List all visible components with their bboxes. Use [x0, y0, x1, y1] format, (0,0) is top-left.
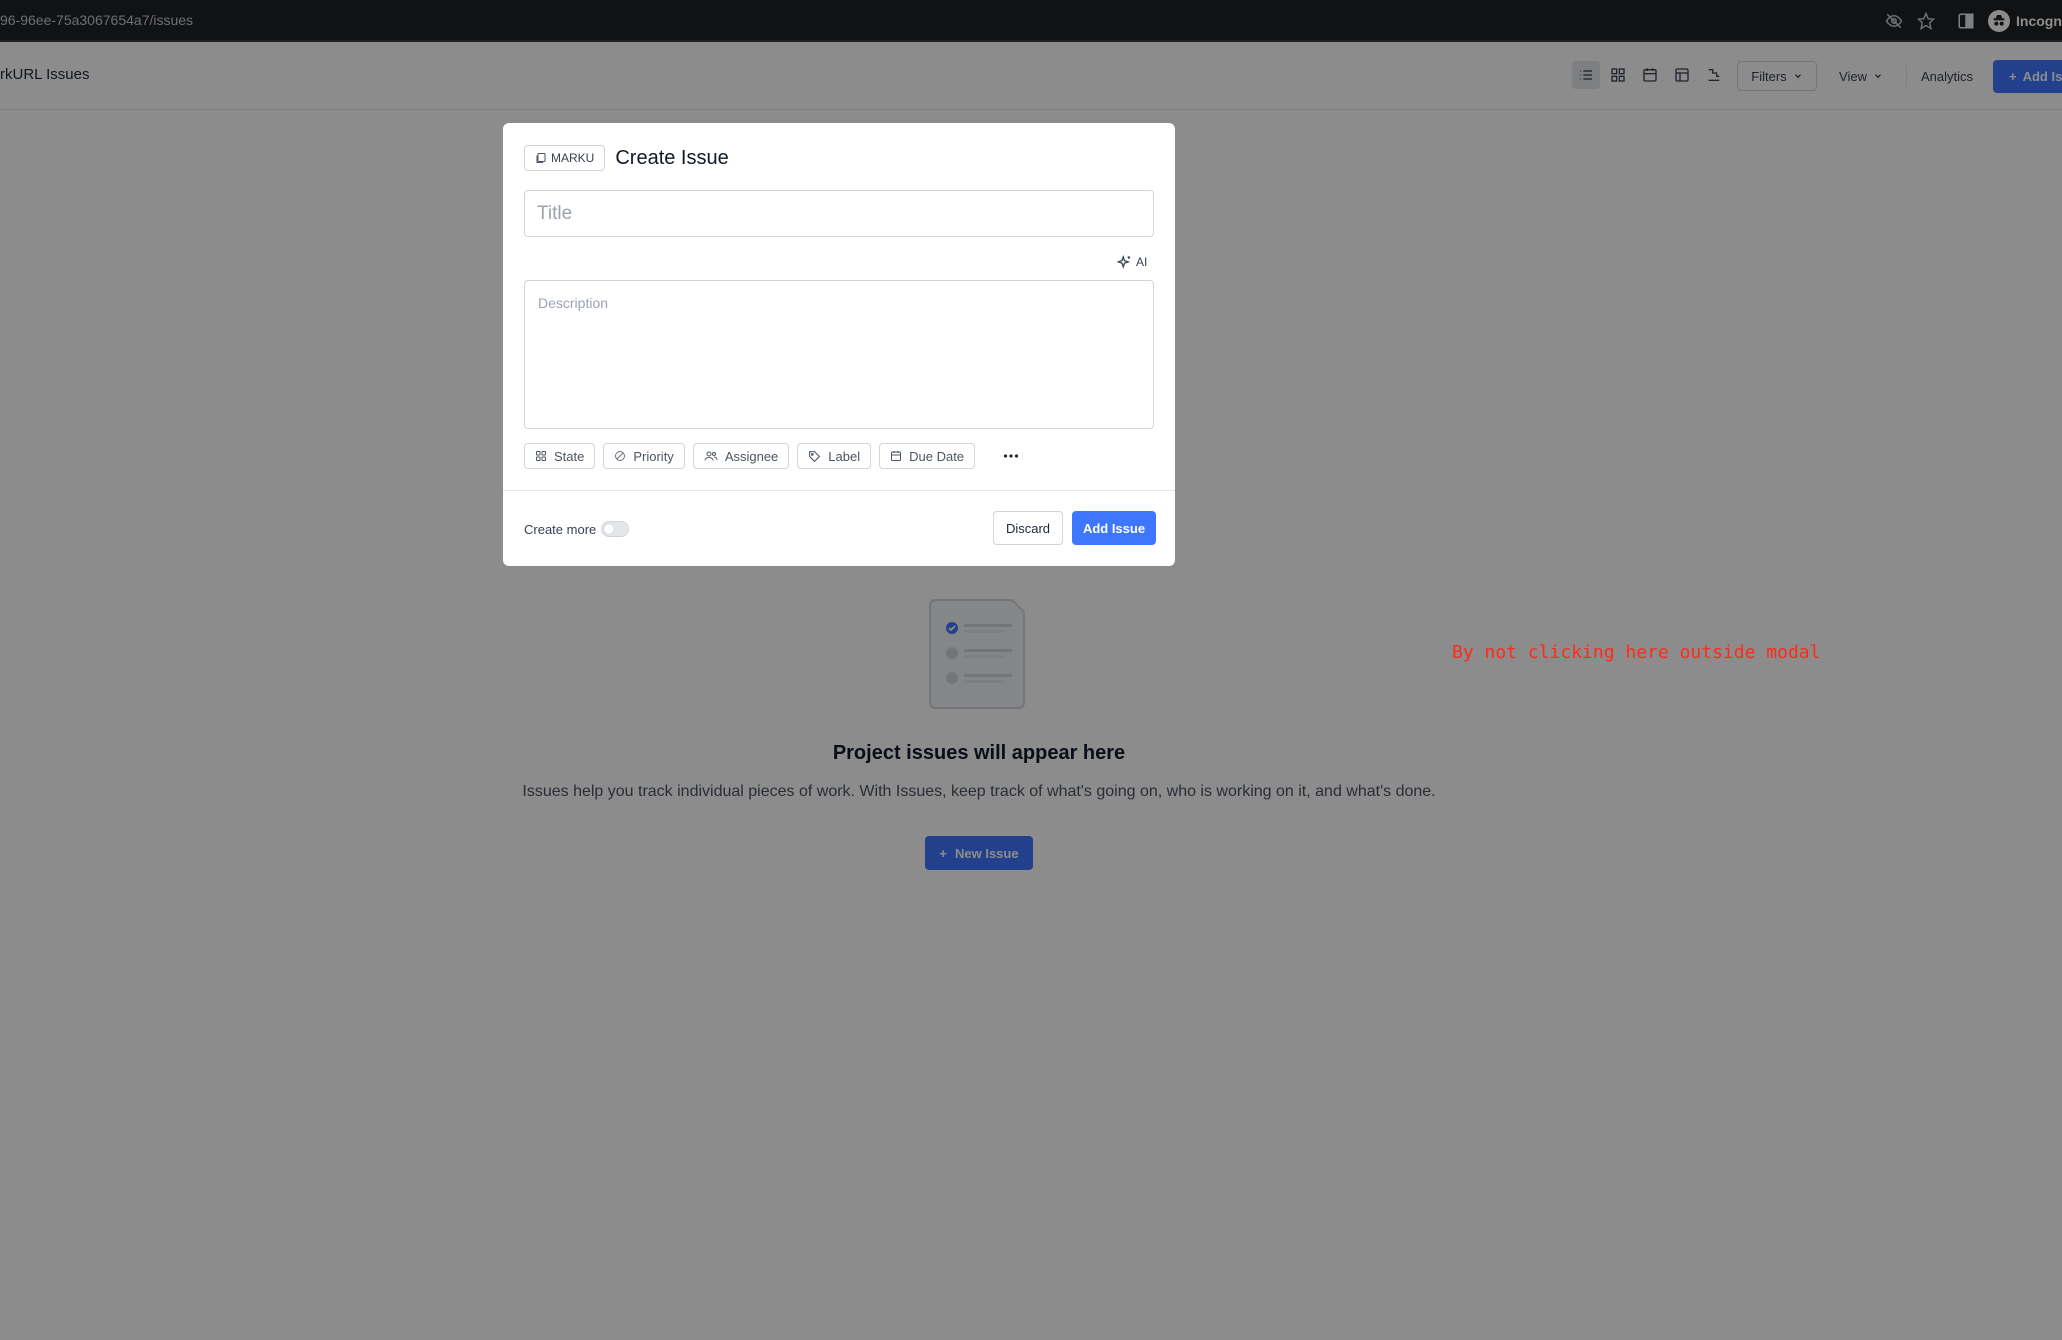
issue-title-input[interactable]: [524, 190, 1154, 237]
tag-icon: [809, 450, 821, 462]
assignee-button[interactable]: Assignee: [692, 443, 790, 469]
priority-none-icon: [615, 451, 626, 461]
state-icon: [536, 451, 546, 461]
create-more-toggle[interactable]: [601, 521, 630, 537]
state-button[interactable]: State: [524, 443, 596, 469]
more-horizontal-icon: [1003, 454, 1019, 458]
issue-description-input[interactable]: [524, 280, 1154, 429]
annotation-text: By not clicking here outside modal: [1452, 642, 1821, 663]
label-button[interactable]: Label: [797, 443, 872, 469]
priority-button[interactable]: Priority: [603, 443, 685, 469]
issue-properties-row: State Priority Assignee Label Due Date: [524, 443, 1025, 469]
sparkle-icon: [1117, 254, 1131, 269]
modal-divider: [503, 490, 1175, 491]
state-label: State: [554, 448, 585, 464]
priority-label: Priority: [633, 448, 674, 464]
modal-header: MARKU Create Issue: [524, 144, 729, 172]
due-date-button[interactable]: Due Date: [879, 443, 976, 469]
modal-title: Create Issue: [615, 146, 729, 169]
users-icon: [704, 451, 718, 461]
calendar-icon: [891, 451, 902, 461]
discard-button[interactable]: Discard: [993, 511, 1063, 545]
project-label: MARKU: [551, 151, 595, 165]
assignee-label: Assignee: [724, 448, 779, 464]
ai-label: AI: [1136, 255, 1148, 269]
add-issue-button[interactable]: Add Issue: [1072, 511, 1156, 545]
create-more-label: Create more: [524, 521, 597, 537]
label-label: Label: [828, 448, 861, 464]
more-options-button[interactable]: [997, 443, 1025, 469]
ai-assist-button[interactable]: AI: [1117, 251, 1147, 273]
create-issue-modal: MARKU Create Issue AI State Priority Ass…: [503, 123, 1175, 566]
project-selector[interactable]: MARKU: [524, 145, 606, 171]
create-more-option[interactable]: Create more: [524, 520, 630, 538]
project-icon: [536, 153, 546, 163]
due-date-label: Due Date: [909, 448, 965, 464]
